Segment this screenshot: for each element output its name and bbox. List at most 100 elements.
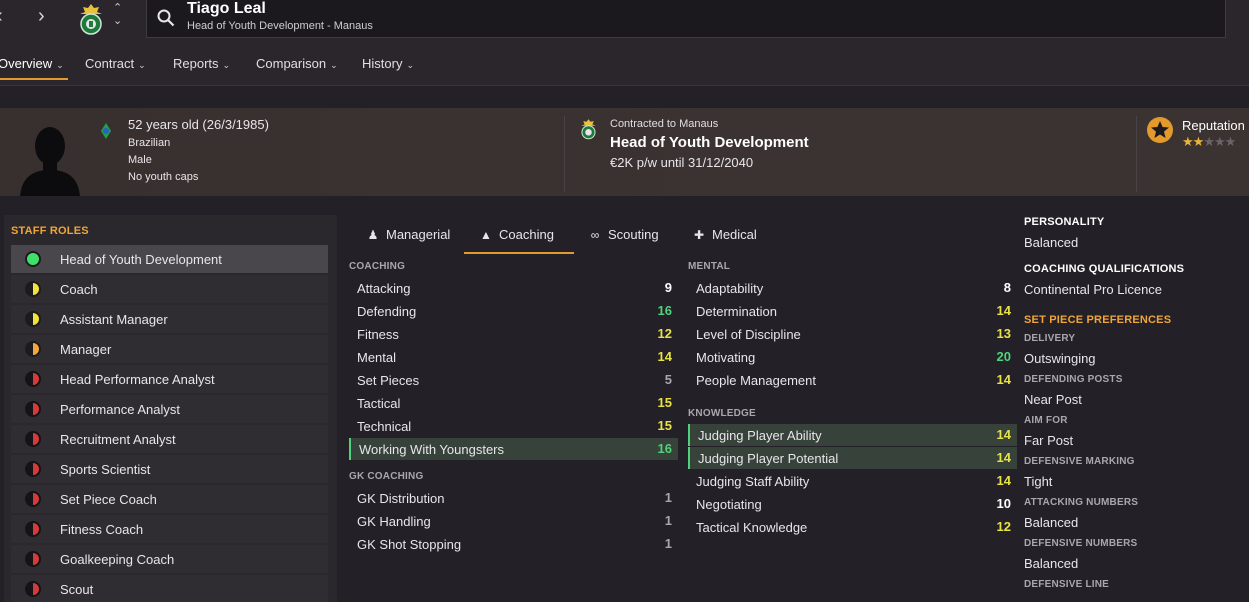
attribute-row[interactable]: Judging Staff Ability 14: [688, 470, 1017, 492]
attribute-name: Technical: [357, 419, 412, 434]
attribute-row[interactable]: Tactical 15: [349, 392, 678, 414]
qualifications-value: Continental Pro Licence: [1024, 282, 1163, 297]
attribute-name: Set Pieces: [357, 373, 420, 388]
staff-role-row[interactable]: Coach: [11, 275, 328, 303]
staff-role-row[interactable]: Goalkeeping Coach: [11, 545, 328, 573]
attribute-value: 14: [657, 349, 672, 364]
staff-role-row[interactable]: Head Performance Analyst: [11, 365, 328, 393]
attribute-row[interactable]: Level of Discipline 13: [688, 323, 1017, 345]
role-suitability-icon: [25, 491, 41, 507]
staff-role-label: Set Piece Coach: [60, 492, 157, 507]
attribute-value: 10: [996, 496, 1011, 511]
attribute-row[interactable]: Mental 14: [349, 346, 678, 368]
attribute-name: Motivating: [696, 350, 756, 365]
divider: [1136, 116, 1137, 192]
staff-role-label: Manager: [60, 342, 112, 357]
role-suitability-icon: [25, 371, 41, 387]
attribute-value: 15: [657, 395, 672, 410]
staff-role-label: Recruitment Analyst: [60, 432, 176, 447]
attribute-name: Level of Discipline: [696, 327, 801, 342]
gk-coaching-section-title: GK COACHING: [349, 471, 424, 482]
role-suitability-icon: [25, 251, 41, 267]
attribute-row[interactable]: Adaptability 8: [688, 277, 1017, 299]
staff-role-row[interactable]: Performance Analyst: [11, 395, 328, 423]
club-badge-icon[interactable]: [580, 117, 597, 141]
attribute-value: 14: [996, 427, 1011, 442]
person-subtitle: Head of Youth Development - Manaus: [187, 20, 373, 32]
medical-kit-icon: ✚: [693, 228, 705, 242]
attribute-name: Judging Staff Ability: [696, 474, 810, 489]
attribute-row[interactable]: Working With Youngsters 16: [349, 438, 678, 460]
nationality-text: Brazilian: [128, 137, 171, 149]
attribute-value: 5: [664, 372, 672, 387]
attribute-row[interactable]: Technical 15: [349, 415, 678, 437]
attribute-value: 15: [657, 418, 672, 433]
tab-comparison[interactable]: Comparison ⌄: [256, 56, 338, 71]
role-suitability-icon: [25, 551, 41, 567]
staff-role-row[interactable]: Scout: [11, 575, 328, 602]
contract-label: Contracted to Manaus: [610, 118, 719, 130]
up-down-toggle-icon[interactable]: ⌃ ⌄: [113, 2, 122, 28]
aim-for-title: AIM FOR: [1024, 415, 1068, 426]
club-badge-icon[interactable]: [78, 3, 104, 35]
attribute-row[interactable]: Fitness 12: [349, 323, 678, 345]
reputation-star-icon: ★: [1182, 134, 1194, 149]
contract-role: Head of Youth Development: [610, 134, 809, 151]
attribute-row[interactable]: Attacking 9: [349, 277, 678, 299]
tab-reports[interactable]: Reports ⌄: [173, 56, 230, 71]
attribute-value: 12: [657, 326, 672, 341]
staff-role-row[interactable]: Sports Scientist: [11, 455, 328, 483]
attribute-row[interactable]: People Management 14: [688, 369, 1017, 391]
attribute-row[interactable]: GK Distribution 1: [349, 487, 678, 509]
tab-medical[interactable]: ✚ Medical: [692, 227, 757, 242]
attribute-row[interactable]: Judging Player Potential 14: [688, 447, 1017, 469]
back-arrow-icon[interactable]: ‹: [0, 6, 3, 26]
reputation-label: Reputation: [1182, 118, 1245, 133]
attribute-row[interactable]: Negotiating 10: [688, 493, 1017, 515]
staff-role-row[interactable]: Recruitment Analyst: [11, 425, 328, 453]
staff-role-label: Goalkeeping Coach: [60, 552, 175, 567]
attribute-row[interactable]: Determination 14: [688, 300, 1017, 322]
tab-contract[interactable]: Contract ⌄: [85, 56, 146, 71]
tab-managerial[interactable]: ♟ Managerial: [366, 227, 451, 242]
staff-role-row[interactable]: Set Piece Coach: [11, 485, 328, 513]
role-suitability-icon: [25, 431, 41, 447]
staff-role-row[interactable]: Fitness Coach: [11, 515, 328, 543]
staff-role-row[interactable]: Manager: [11, 335, 328, 363]
attribute-value: 14: [996, 372, 1011, 387]
attribute-row[interactable]: GK Shot Stopping 1: [349, 533, 678, 555]
attribute-name: Judging Player Potential: [698, 451, 839, 466]
attribute-row[interactable]: GK Handling 1: [349, 510, 678, 532]
tab-overview[interactable]: Overview ⌄: [0, 56, 64, 71]
role-suitability-icon: [25, 341, 41, 357]
attribute-row[interactable]: Motivating 20: [688, 346, 1017, 368]
staff-role-label: Performance Analyst: [60, 402, 180, 417]
staff-role-label: Coach: [60, 282, 98, 297]
tab-scouting[interactable]: ∞ Scouting: [588, 227, 659, 242]
staff-role-label: Scout: [60, 582, 94, 597]
attribute-value: 14: [996, 303, 1011, 318]
staff-role-label: Head of Youth Development: [60, 252, 222, 267]
reputation-star-icon: [1147, 117, 1173, 143]
person-icon: ♟: [367, 228, 379, 242]
brazil-flag-icon: [101, 123, 111, 139]
defensive-numbers-title: DEFENSIVE NUMBERS: [1024, 538, 1138, 549]
attribute-row[interactable]: Defending 16: [349, 300, 678, 322]
attribute-row[interactable]: Tactical Knowledge 12: [688, 516, 1017, 538]
attribute-row[interactable]: Set Pieces 5: [349, 369, 678, 391]
staff-role-row[interactable]: Head of Youth Development: [11, 245, 328, 273]
active-tab-underline: [0, 78, 68, 80]
attribute-value: 14: [996, 450, 1011, 465]
attacking-numbers-value: Balanced: [1024, 515, 1079, 530]
forward-arrow-icon[interactable]: ›: [38, 6, 45, 26]
aim-for-value: Far Post: [1024, 433, 1074, 448]
role-suitability-icon: [25, 401, 41, 417]
tab-history[interactable]: History ⌄: [362, 56, 414, 71]
role-suitability-icon: [25, 521, 41, 537]
attribute-row[interactable]: Judging Player Ability 14: [688, 424, 1017, 446]
staff-role-label: Assistant Manager: [60, 312, 168, 327]
attribute-value: 20: [996, 349, 1011, 364]
search-box[interactable]: Tiago Leal Head of Youth Development - M…: [146, 0, 1226, 38]
staff-role-row[interactable]: Assistant Manager: [11, 305, 328, 333]
tab-coaching[interactable]: ▲ Coaching: [479, 227, 554, 242]
